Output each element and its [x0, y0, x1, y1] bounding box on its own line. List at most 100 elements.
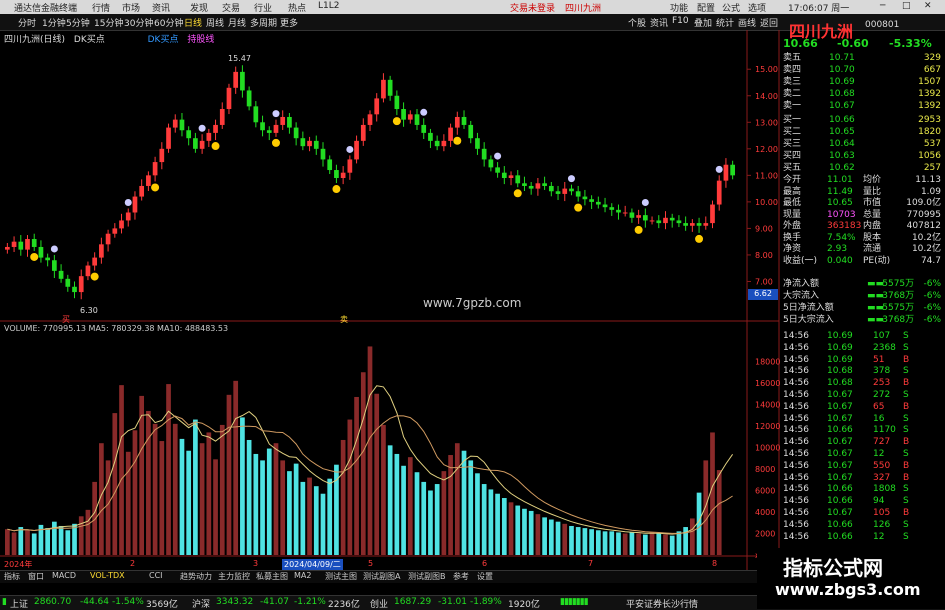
candle-body — [495, 167, 500, 173]
volume-bar — [716, 470, 722, 555]
indicator-tab[interactable]: 测试副图B — [408, 571, 446, 582]
menu-options[interactable]: 选项 — [748, 1, 766, 14]
toolbar-overlay[interactable]: 叠加 — [694, 16, 712, 29]
index-sh-name[interactable]: 上证 — [10, 597, 28, 610]
indicator-tab[interactable]: 趋势动力 — [180, 571, 212, 582]
period-1min[interactable]: 1分钟 — [42, 16, 66, 29]
site-watermark: 指标公式网 www.zbgs3.com — [757, 548, 945, 609]
indicator-tab[interactable]: 指标 — [4, 571, 20, 582]
stat-row: 收益(一) 0.040 PE(动) 74.7 — [779, 255, 945, 268]
period-daily[interactable]: 日线 — [184, 16, 202, 29]
smiley-buy-marker — [513, 189, 522, 198]
volume-tick-label: 14000 — [755, 401, 780, 410]
indicator-tab[interactable]: VOL-TDX — [90, 571, 125, 580]
period-30min[interactable]: 30分钟 — [124, 16, 153, 29]
candle-body — [582, 196, 588, 200]
period-15min[interactable]: 15分钟 — [94, 16, 123, 29]
volume-bar — [307, 477, 312, 555]
toolbar-draw[interactable]: 画线 — [738, 16, 756, 29]
status-up-icon: ▮ — [2, 597, 7, 607]
volume-bar — [240, 417, 245, 555]
volume-tick-label: 4000 — [755, 508, 775, 517]
volume-tick-label: 8000 — [755, 465, 775, 474]
period-60min[interactable]: 60分钟 — [154, 16, 183, 29]
indicator-tab[interactable]: 主力监控 — [218, 571, 250, 582]
watermark-title: 指标公式网 — [783, 556, 883, 580]
index-hs-name[interactable]: 沪深 — [192, 597, 210, 610]
candle-body — [92, 257, 98, 266]
menu-item-hot[interactable]: 热点 — [288, 1, 306, 14]
indicator-tab[interactable]: 参考 — [453, 571, 469, 582]
volume-bar — [582, 528, 588, 555]
app-title: 通达信金融终端 — [14, 4, 78, 14]
volume-bar — [354, 396, 359, 555]
menu-item-discover[interactable]: 发现 — [190, 1, 208, 14]
toolbar-f10[interactable]: F10 — [672, 16, 689, 26]
menu-item-market[interactable]: 市场 — [122, 1, 140, 14]
period-more[interactable]: 更多 — [280, 16, 298, 29]
indicator-tab[interactable]: MA2 — [294, 571, 311, 580]
candle-body — [233, 71, 239, 88]
menu-config[interactable]: 配置 — [697, 1, 715, 14]
smiley-buy-marker — [574, 203, 583, 212]
volume-bar — [11, 532, 17, 555]
indicator-tab[interactable]: 私募主图 — [256, 571, 288, 582]
indicator-tab[interactable]: CCI — [149, 571, 163, 580]
indicator-tab[interactable]: 测试副图A — [363, 571, 400, 582]
indicator-tab[interactable]: 窗口 — [28, 571, 44, 582]
volume-bar — [622, 533, 628, 555]
menu-item-industry[interactable]: 行业 — [254, 1, 272, 14]
toolbar-back[interactable]: 返回 — [760, 16, 778, 29]
x-label-3: 3 — [253, 559, 259, 568]
candle-body — [636, 215, 641, 218]
period-weekly[interactable]: 周线 — [206, 16, 224, 29]
volume-bar — [649, 532, 655, 555]
volume-bar — [481, 484, 487, 555]
candle-body — [689, 223, 695, 226]
volume-bar — [327, 478, 333, 555]
candle-body — [340, 172, 346, 178]
menu-formula[interactable]: 公式 — [722, 1, 740, 14]
maximize-icon[interactable]: □ — [902, 1, 911, 11]
clock: 17:06:07 周一 — [788, 4, 850, 14]
minimize-icon[interactable]: ─ — [880, 1, 885, 11]
menu-item-trade[interactable]: 交易 — [222, 1, 240, 14]
last-price: 10.66 — [783, 37, 818, 50]
toolbar-news[interactable]: 资讯 — [650, 16, 668, 29]
candle-body — [159, 148, 165, 163]
indicator-tab[interactable]: 测试主图 — [325, 571, 357, 582]
period-multi[interactable]: 多周期 — [250, 16, 277, 29]
menu-item-l1l2[interactable]: L1L2 — [318, 1, 339, 11]
volume-tick-label: 6000 — [755, 487, 775, 496]
volume-bar — [663, 534, 668, 555]
trade-login-status[interactable]: 交易未登录 — [510, 1, 555, 14]
candle-body — [246, 90, 252, 107]
index-hs-amount: 2236亿 — [328, 600, 360, 610]
volume-bar — [266, 448, 272, 555]
indicator-tab[interactable]: MACD — [52, 571, 76, 580]
toolbar-stats[interactable]: 统计 — [716, 16, 734, 29]
volume-bar — [535, 514, 541, 555]
volume-bar — [18, 527, 24, 555]
period-5min[interactable]: 5分钟 — [66, 16, 90, 29]
candle-body — [629, 212, 635, 218]
menu-item-news[interactable]: 资讯 — [152, 1, 170, 14]
volume-bar — [515, 505, 521, 555]
volume-bar — [347, 419, 353, 555]
candle-body — [488, 159, 494, 168]
volume-bar — [273, 443, 279, 555]
smiley-buy-marker — [90, 272, 99, 281]
volume-tick-label: 12000 — [755, 422, 780, 431]
period-minute[interactable]: 分时 — [18, 16, 36, 29]
candle-body — [199, 140, 205, 149]
indicator-name[interactable]: DK买点 — [74, 35, 105, 45]
toolbar-stock[interactable]: 个股 — [628, 16, 646, 29]
volume-bar — [233, 380, 239, 555]
index-cy-name[interactable]: 创业 — [370, 597, 388, 610]
menu-item-quotes[interactable]: 行情 — [92, 1, 110, 14]
indicator-tab[interactable]: 设置 — [477, 571, 493, 582]
close-icon[interactable]: ✕ — [924, 1, 932, 11]
volume-bar — [642, 534, 648, 555]
menu-function[interactable]: 功能 — [670, 1, 688, 14]
period-monthly[interactable]: 月线 — [228, 16, 246, 29]
